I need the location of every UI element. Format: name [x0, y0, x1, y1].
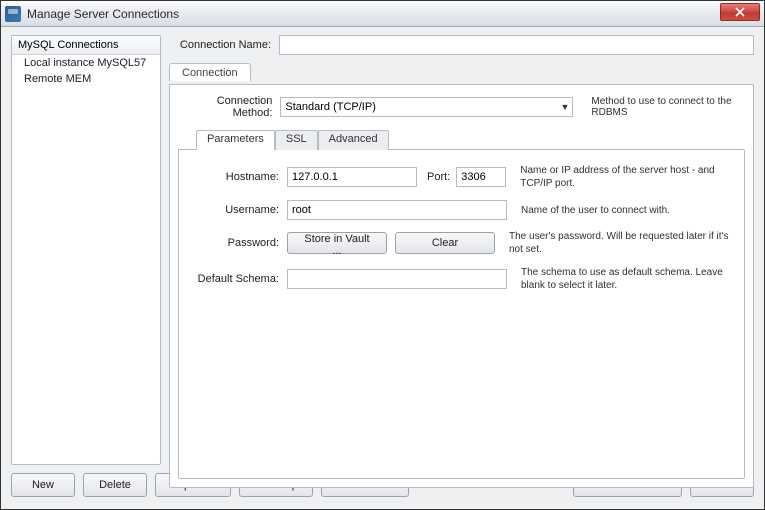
username-label: Username:: [187, 204, 279, 216]
default-schema-input[interactable]: [287, 269, 507, 289]
hostname-row: Hostname: Port: Name or IP address of th…: [187, 164, 736, 190]
tab-parameters[interactable]: Parameters: [196, 130, 275, 150]
connections-sidebar: MySQL Connections Local instance MySQL57…: [11, 35, 161, 465]
connection-name-input[interactable]: [279, 35, 754, 55]
username-row: Username: Name of the user to connect wi…: [187, 200, 736, 220]
hostname-label: Hostname:: [187, 171, 279, 183]
connection-method-select[interactable]: Standard (TCP/IP) ▼: [280, 97, 573, 117]
connection-name-row: Connection Name:: [169, 35, 754, 55]
window-close-button[interactable]: [720, 3, 760, 21]
port-input[interactable]: [456, 167, 506, 187]
password-buttons: Store in Vault ... Clear: [287, 232, 495, 254]
main-tabstrip: Connection: [169, 62, 754, 80]
connection-list-item[interactable]: Local instance MySQL57: [12, 55, 160, 71]
username-help: Name of the user to connect with.: [521, 205, 736, 216]
connection-list-item[interactable]: Remote MEM: [12, 71, 160, 87]
password-row: Password: Store in Vault ... Clear The u…: [187, 230, 736, 256]
port-label: Port:: [427, 171, 450, 183]
connection-method-value: Standard (TCP/IP): [285, 101, 375, 113]
chevron-down-icon: ▼: [561, 102, 570, 112]
app-icon: [5, 6, 21, 22]
hostname-help: Name or IP address of the server host - …: [520, 164, 736, 190]
window-title: Manage Server Connections: [27, 7, 179, 21]
schema-label: Default Schema:: [187, 273, 279, 285]
tab-connection[interactable]: Connection: [169, 63, 251, 81]
connection-method-label: Connection Method:: [178, 95, 272, 119]
delete-button[interactable]: Delete: [83, 473, 147, 497]
store-in-vault-button[interactable]: Store in Vault ...: [287, 232, 387, 254]
tab-advanced[interactable]: Advanced: [318, 130, 389, 150]
hostname-input[interactable]: [287, 167, 417, 187]
sidebar-header: MySQL Connections: [12, 36, 160, 55]
connection-method-row: Connection Method: Standard (TCP/IP) ▼ M…: [178, 95, 745, 119]
tab-ssl[interactable]: SSL: [275, 130, 318, 150]
username-input[interactable]: [287, 200, 507, 220]
parameters-panel: Hostname: Port: Name or IP address of th…: [178, 149, 745, 479]
close-icon: [735, 7, 745, 17]
title-bar: Manage Server Connections: [1, 1, 764, 27]
main-row: MySQL Connections Local instance MySQL57…: [11, 35, 754, 465]
new-button[interactable]: New: [11, 473, 75, 497]
parameter-tabstrip: Parameters SSL Advanced: [196, 129, 745, 149]
connection-tab-panel: Connection Method: Standard (TCP/IP) ▼ M…: [169, 84, 754, 488]
connection-name-label: Connection Name:: [169, 39, 271, 51]
password-label: Password:: [187, 237, 279, 249]
dialog-body: MySQL Connections Local instance MySQL57…: [1, 27, 764, 509]
password-help: The user's password. Will be requested l…: [509, 230, 736, 256]
connection-method-help: Method to use to connect to the RDBMS: [591, 96, 745, 118]
clear-password-button[interactable]: Clear: [395, 232, 495, 254]
right-pane: Connection Name: Connection Connection M…: [169, 35, 754, 465]
schema-help: The schema to use as default schema. Lea…: [521, 266, 736, 292]
schema-row: Default Schema: The schema to use as def…: [187, 266, 736, 292]
